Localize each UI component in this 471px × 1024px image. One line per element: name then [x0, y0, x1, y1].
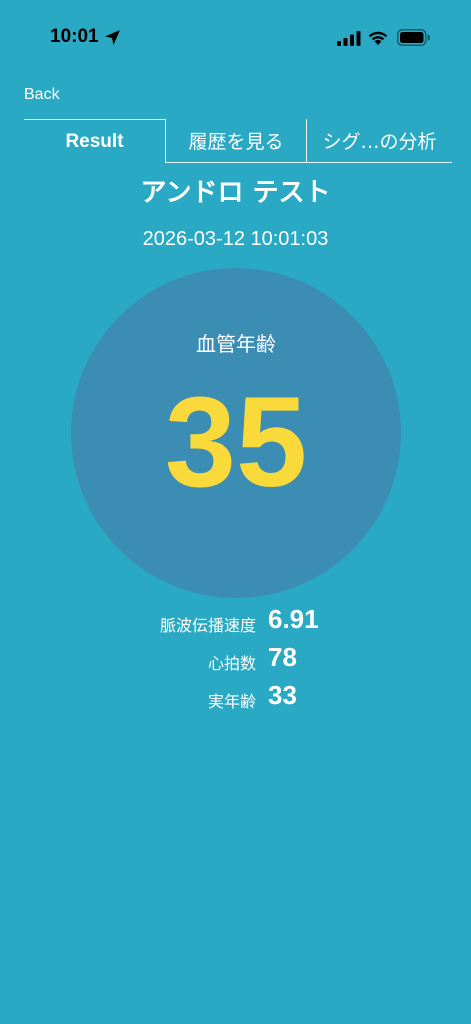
metric-row-pwv: 脈波伝播速度 6.91: [0, 604, 471, 640]
metric-value: 78: [268, 642, 297, 672]
vascular-age-circle: 血管年齢 35: [71, 268, 401, 598]
metric-label: 心拍数: [207, 654, 256, 673]
wifi-icon: [368, 31, 388, 45]
battery-icon: [397, 29, 430, 46]
tab-signal-analysis[interactable]: シグ…の分析: [306, 119, 452, 163]
metric-row-actual-age: 実年齢 33: [0, 680, 471, 716]
metric-label: 脈波伝播速度: [159, 616, 256, 635]
user-name: アンドロ テスト: [140, 178, 331, 208]
metric-value: 6.91: [268, 604, 319, 634]
metric-row-heart-rate: 心拍数 78: [0, 642, 471, 678]
location-arrow-icon: [105, 30, 120, 45]
status-bar: 10:01: [0, 0, 471, 78]
vascular-age-label: 血管年齢: [196, 332, 276, 356]
cellular-signal-icon: [337, 31, 361, 46]
tab-result[interactable]: Result: [24, 119, 165, 163]
tab-bar: Result 履歴を見る シグ…の分析: [24, 119, 452, 163]
measurement-datetime: 2026-03-12 10:01:03: [142, 228, 329, 250]
metric-value: 33: [268, 680, 297, 710]
status-time: 10:01: [50, 26, 99, 47]
back-button[interactable]: Back: [24, 86, 60, 104]
metric-label: 実年齢: [207, 692, 256, 711]
vascular-age-value: 35: [164, 371, 308, 514]
tab-history[interactable]: 履歴を見る: [165, 119, 306, 163]
